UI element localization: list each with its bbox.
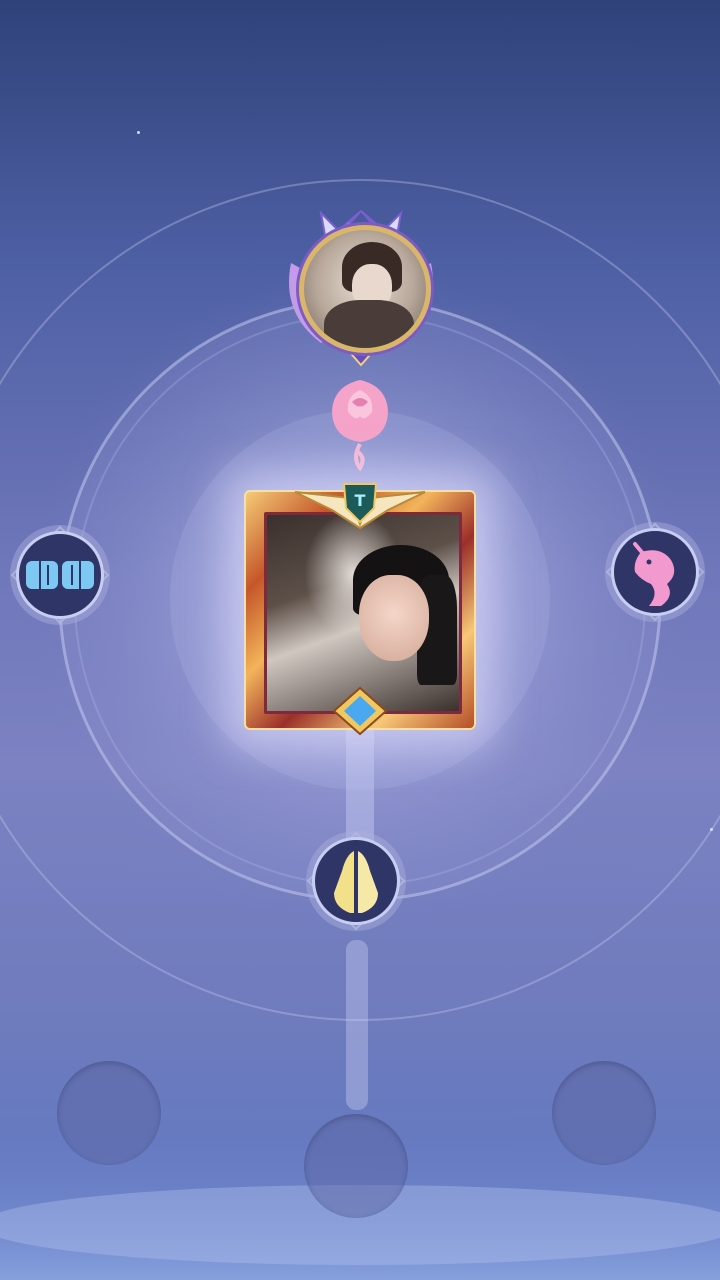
frame-gem-icon [332,686,388,736]
empty-slot-right[interactable] [552,1061,656,1165]
rose-icon [332,380,388,472]
sparkle-star [710,828,713,831]
top-badge[interactable] [281,203,441,368]
badge-portrait [299,225,431,353]
relationship-node-bottom[interactable] [306,831,406,931]
relationship-node-right[interactable] [605,522,705,622]
unicorn-icon [633,542,675,606]
relationship-node-left[interactable] [10,525,110,625]
frame-crest-icon: T [294,483,426,530]
empty-slot-center[interactable] [304,1114,408,1218]
fist-bump-icon [26,561,94,589]
photo-face [359,575,429,661]
empty-slot-left[interactable] [57,1061,161,1165]
svg-text:T: T [355,491,366,510]
sparkle-star [137,131,140,134]
profile-avatar-photo [264,512,462,714]
praying-hands-icon [334,851,378,913]
